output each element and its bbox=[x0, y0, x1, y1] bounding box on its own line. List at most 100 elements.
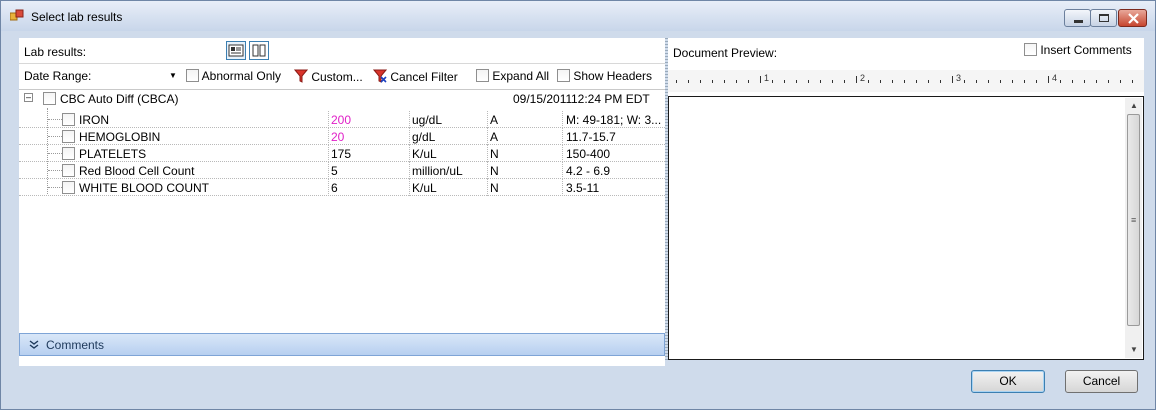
ruler-tick bbox=[1096, 80, 1097, 83]
column-separator bbox=[562, 145, 563, 162]
table-row[interactable]: HEMOGLOBIN 20 g/dL A 11.7-15.7 bbox=[19, 128, 665, 145]
ruler-tick bbox=[700, 80, 701, 83]
ruler-tick bbox=[724, 80, 725, 83]
group-checkbox[interactable] bbox=[43, 92, 56, 106]
table-row[interactable]: PLATELETS 175 K/uL N 150-400 bbox=[19, 145, 665, 162]
insert-comments-label: Insert Comments bbox=[1040, 43, 1132, 57]
table-row[interactable]: IRON 200 ug/dL A M: 49-181; W: 3... bbox=[19, 111, 665, 128]
result-range: 150-400 bbox=[566, 147, 611, 161]
checkbox-box[interactable] bbox=[62, 181, 75, 194]
group-time: 12:24 PM EDT bbox=[571, 92, 650, 106]
ruler-tick bbox=[1084, 80, 1085, 83]
checkbox-box[interactable] bbox=[557, 69, 570, 82]
checkbox-box[interactable] bbox=[62, 147, 75, 160]
checkbox-box[interactable] bbox=[62, 113, 75, 126]
row-checkbox[interactable] bbox=[62, 113, 75, 127]
table-row[interactable]: Red Blood Cell Count 5 million/uL N 4.2 … bbox=[19, 162, 665, 179]
group-date: 09/15/2011 bbox=[513, 92, 573, 106]
filter-toolbar: Date Range: ▼ Abnormal Only Custom... Ca… bbox=[19, 65, 665, 87]
tree-branch bbox=[48, 153, 62, 154]
column-separator bbox=[328, 145, 329, 162]
maximize-icon bbox=[1099, 14, 1109, 22]
checkbox-box[interactable] bbox=[62, 164, 75, 177]
abnormal-only-label: Abnormal Only bbox=[201, 69, 282, 83]
window-title: Select lab results bbox=[31, 10, 123, 24]
ruler-tick bbox=[1048, 76, 1049, 83]
scroll-up-icon[interactable]: ▲ bbox=[1130, 101, 1138, 110]
checkbox-box[interactable] bbox=[43, 92, 56, 105]
result-range: M: 49-181; W: 3... bbox=[566, 113, 661, 127]
column-separator bbox=[562, 111, 563, 128]
date-range-dropdown-icon[interactable]: ▼ bbox=[169, 71, 177, 80]
cancel-button[interactable]: Cancel bbox=[1065, 370, 1138, 393]
row-checkbox[interactable] bbox=[62, 130, 75, 144]
ruler-tick bbox=[916, 80, 917, 83]
abnormal-only-checkbox[interactable]: Abnormal Only bbox=[186, 69, 281, 83]
detail-view-icon bbox=[228, 44, 244, 57]
column-separator bbox=[409, 145, 410, 162]
result-name: PLATELETS bbox=[79, 147, 147, 161]
funnel-icon bbox=[294, 69, 308, 83]
ruler-tick bbox=[808, 80, 809, 83]
tree-branch bbox=[48, 187, 62, 188]
column-separator bbox=[487, 145, 488, 162]
lab-results-label: Lab results: bbox=[24, 45, 87, 59]
minimize-icon bbox=[1074, 20, 1083, 23]
row-checkbox[interactable] bbox=[62, 164, 75, 178]
row-checkbox[interactable] bbox=[62, 181, 75, 195]
collapse-icon[interactable]: – bbox=[24, 93, 33, 102]
column-separator bbox=[409, 111, 410, 128]
column-separator bbox=[328, 111, 329, 128]
close-icon bbox=[1128, 13, 1139, 24]
result-flag: N bbox=[490, 147, 499, 161]
book-view-button[interactable] bbox=[249, 41, 269, 60]
maximize-button[interactable] bbox=[1090, 9, 1117, 27]
lab-results-panel: Lab results: Date Range: ▼ Abnormal Only… bbox=[19, 38, 665, 366]
minimize-button[interactable] bbox=[1064, 9, 1091, 27]
group-name: CBC Auto Diff (CBCA) bbox=[60, 92, 179, 106]
scrollbar-thumb[interactable]: ≡ bbox=[1127, 114, 1140, 326]
result-range: 11.7-15.7 bbox=[566, 130, 616, 144]
dialog-client-area: Lab results: Date Range: ▼ Abnormal Only… bbox=[8, 32, 1148, 402]
result-range: 3.5-11 bbox=[566, 181, 600, 195]
ruler-tick bbox=[820, 80, 821, 83]
column-separator bbox=[562, 179, 563, 196]
column-separator bbox=[409, 162, 410, 179]
column-separator bbox=[487, 111, 488, 128]
ruler-tick bbox=[832, 80, 833, 83]
checkbox-box[interactable] bbox=[1024, 43, 1037, 56]
scroll-down-icon[interactable]: ▼ bbox=[1130, 345, 1138, 354]
document-preview-area[interactable]: ▲ ≡ ▼ bbox=[668, 96, 1144, 360]
detail-view-button[interactable] bbox=[226, 41, 246, 60]
close-button[interactable] bbox=[1118, 9, 1147, 27]
expand-all-checkbox[interactable]: Expand All bbox=[476, 69, 549, 83]
select-lab-results-window: Select lab results Lab results: Date Ran… bbox=[0, 0, 1156, 410]
row-checkbox[interactable] bbox=[62, 147, 75, 161]
comments-label: Comments bbox=[46, 338, 105, 352]
title-bar[interactable]: Select lab results bbox=[1, 1, 1155, 31]
cancel-filter-button[interactable]: Cancel Filter bbox=[373, 69, 458, 84]
result-value: 175 bbox=[331, 147, 352, 161]
result-unit: million/uL bbox=[412, 164, 463, 178]
document-preview-header: Document Preview: Insert Comments bbox=[668, 38, 1144, 64]
result-value: 200 bbox=[331, 113, 352, 127]
ruler-tick bbox=[1000, 80, 1001, 83]
show-headers-checkbox[interactable]: Show Headers bbox=[557, 69, 652, 83]
checkbox-box[interactable] bbox=[476, 69, 489, 82]
result-range: 4.2 - 6.9 bbox=[566, 164, 611, 178]
ok-button[interactable]: OK bbox=[971, 370, 1045, 393]
book-icon bbox=[252, 44, 266, 57]
comments-expander[interactable]: Comments bbox=[19, 333, 665, 356]
table-row[interactable]: WHITE BLOOD COUNT 6 K/uL N 3.5-11 bbox=[19, 179, 665, 196]
vertical-scrollbar[interactable]: ▲ ≡ ▼ bbox=[1125, 98, 1142, 358]
ruler-tick bbox=[1036, 80, 1037, 83]
result-unit: K/uL bbox=[412, 147, 437, 161]
ruler-tick bbox=[796, 80, 797, 83]
insert-comments-checkbox[interactable]: Insert Comments bbox=[1024, 43, 1132, 57]
checkbox-box[interactable] bbox=[62, 130, 75, 143]
custom-filter-button[interactable]: Custom... bbox=[294, 69, 363, 84]
ruler-tick bbox=[964, 80, 965, 83]
checkbox-box[interactable] bbox=[186, 69, 199, 82]
column-separator bbox=[562, 128, 563, 145]
group-row[interactable]: – CBC Auto Diff (CBCA) 09/15/2011 12:24 … bbox=[19, 90, 665, 107]
